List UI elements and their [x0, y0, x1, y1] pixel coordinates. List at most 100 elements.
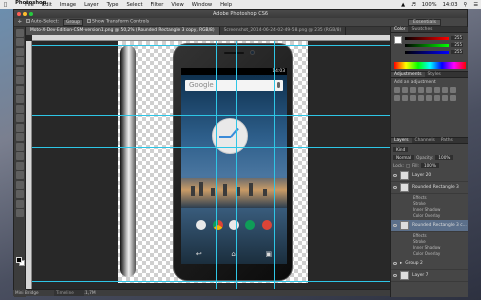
- battery-label[interactable]: 100%: [419, 2, 440, 8]
- eraser-icon[interactable]: [15, 123, 24, 132]
- guide-horizontal[interactable]: [32, 45, 390, 46]
- red-slider[interactable]: [405, 37, 449, 40]
- apple-icon[interactable]: : [0, 2, 11, 8]
- guide-horizontal[interactable]: [32, 115, 390, 116]
- move-tool-icon[interactable]: ✛: [18, 20, 22, 25]
- app-drawer-icon[interactable]: [196, 220, 207, 230]
- eye-icon[interactable]: [393, 224, 397, 227]
- list-icon[interactable]: ☰: [470, 2, 481, 8]
- tab-color[interactable]: Color: [391, 27, 409, 32]
- layer-name[interactable]: Layer 7: [412, 273, 428, 278]
- phone-mockup[interactable]: 14:03 Google ↩ ⌂ ▣: [173, 43, 293, 281]
- mic-icon[interactable]: [277, 82, 280, 88]
- layer-name[interactable]: Rounded Rectangle 3: [412, 185, 459, 190]
- eye-icon[interactable]: [393, 174, 397, 177]
- path-select-icon[interactable]: [15, 180, 24, 189]
- tab-moto-x[interactable]: Moto-X-Dev-Edition-CSM-version1.png @ 50…: [26, 27, 220, 35]
- wifi-icon[interactable]: ▲: [398, 2, 408, 8]
- vibrance-icon[interactable]: [426, 87, 432, 93]
- close-icon[interactable]: [17, 12, 21, 16]
- menu-edit[interactable]: Edit: [38, 2, 56, 8]
- search-icon[interactable]: ⚲: [461, 2, 471, 8]
- hand-icon[interactable]: [15, 199, 24, 208]
- gradient-map-icon[interactable]: [442, 95, 448, 101]
- auto-select-checkbox[interactable]: Auto-Select:: [25, 19, 59, 25]
- lasso-icon[interactable]: [15, 47, 24, 56]
- tab-screenshot[interactable]: Screenshot_2014-06-24-02-49-58.png @ 235…: [220, 27, 347, 35]
- guide-horizontal[interactable]: [32, 147, 390, 148]
- tab-paths[interactable]: Paths: [438, 138, 456, 143]
- color-swatch[interactable]: [394, 36, 402, 44]
- minimize-icon[interactable]: [23, 12, 27, 16]
- blue-slider[interactable]: [405, 51, 449, 54]
- layer-name[interactable]: Rounded Rectangle 3 c...: [412, 223, 467, 228]
- green-slider[interactable]: [405, 44, 449, 47]
- mini-bridge-tab[interactable]: Mini Bridge: [13, 290, 53, 296]
- menu-type[interactable]: Type: [103, 2, 123, 8]
- group-select[interactable]: Group: [63, 18, 83, 26]
- blue-value[interactable]: 255: [451, 50, 463, 54]
- guide-vertical[interactable]: [216, 41, 217, 289]
- shape-icon[interactable]: [15, 190, 24, 198]
- levels-icon[interactable]: [402, 87, 408, 93]
- foreground-color-swatch[interactable]: [16, 257, 22, 263]
- color-balance-icon[interactable]: [442, 87, 448, 93]
- selective-color-icon[interactable]: [450, 95, 456, 101]
- eye-icon[interactable]: [393, 274, 397, 277]
- document-canvas-area[interactable]: 14:03 Google ↩ ⌂ ▣: [26, 35, 390, 289]
- gmail-icon[interactable]: [261, 220, 272, 230]
- brightness-icon[interactable]: [394, 87, 400, 93]
- guide-vertical[interactable]: [236, 41, 237, 289]
- zoom-icon[interactable]: [29, 12, 33, 16]
- channel-mixer-icon[interactable]: [402, 95, 408, 101]
- menu-layer[interactable]: Layer: [80, 2, 102, 8]
- kind-select[interactable]: Kind: [393, 146, 409, 152]
- type-icon[interactable]: [15, 171, 24, 179]
- vertical-ruler[interactable]: [26, 41, 32, 289]
- google-search-widget[interactable]: Google: [185, 80, 283, 91]
- layer-group-row[interactable]: ▸ Group 2: [391, 258, 468, 270]
- color-spectrum[interactable]: [394, 62, 466, 69]
- workspace-select[interactable]: Essentials: [408, 18, 441, 26]
- tab-adjustments[interactable]: Adjustments: [391, 72, 425, 77]
- blend-mode-select[interactable]: Normal: [393, 154, 415, 160]
- eye-icon[interactable]: [393, 186, 397, 189]
- zoom-tool-icon[interactable]: [15, 209, 24, 217]
- tab-swatches[interactable]: Swatches: [408, 27, 435, 32]
- layer-row[interactable]: Layer 7: [391, 270, 468, 282]
- tab-layers[interactable]: Layers: [391, 138, 412, 143]
- document-canvas[interactable]: 14:03 Google ↩ ⌂ ▣: [118, 41, 308, 283]
- blur-icon[interactable]: [15, 142, 24, 151]
- eyedropper-icon[interactable]: [15, 76, 24, 84]
- move-icon[interactable]: [15, 28, 24, 37]
- apps-grid-icon[interactable]: [228, 220, 239, 230]
- hue-icon[interactable]: [434, 87, 440, 93]
- guide-vertical[interactable]: [274, 41, 275, 289]
- lookup-icon[interactable]: [410, 95, 416, 101]
- layer-name[interactable]: Layer 20: [412, 173, 431, 178]
- red-value[interactable]: 255: [451, 36, 463, 40]
- phone-screen[interactable]: 14:03 Google ↩ ⌂ ▣: [181, 68, 287, 264]
- menu-window[interactable]: Window: [188, 2, 216, 8]
- effect-item[interactable]: Color Overlay: [391, 251, 468, 257]
- bw-icon[interactable]: [450, 87, 456, 93]
- recents-icon[interactable]: ▣: [266, 250, 273, 258]
- layer-row-selected[interactable]: Rounded Rectangle 3 c...: [391, 220, 468, 232]
- eye-icon[interactable]: [393, 262, 397, 265]
- chrome-icon[interactable]: [212, 220, 223, 230]
- green-value[interactable]: 255: [451, 43, 463, 47]
- analog-clock-widget[interactable]: [212, 118, 248, 154]
- clock-label[interactable]: 14:03: [440, 2, 461, 8]
- hangouts-icon[interactable]: [245, 220, 256, 230]
- lock-icon[interactable]: □: [406, 163, 410, 168]
- transform-checkbox[interactable]: Show Transform Controls: [87, 19, 149, 25]
- back-icon[interactable]: ↩: [196, 250, 202, 258]
- layer-row[interactable]: Rounded Rectangle 3: [391, 182, 468, 194]
- pen-icon[interactable]: [15, 161, 24, 170]
- phone-side-profile[interactable]: [120, 45, 136, 277]
- marquee-icon[interactable]: [15, 38, 24, 46]
- menu-filter[interactable]: Filter: [147, 2, 168, 8]
- threshold-icon[interactable]: [434, 95, 440, 101]
- tab-styles[interactable]: Styles: [425, 72, 444, 77]
- crop-icon[interactable]: [15, 66, 24, 75]
